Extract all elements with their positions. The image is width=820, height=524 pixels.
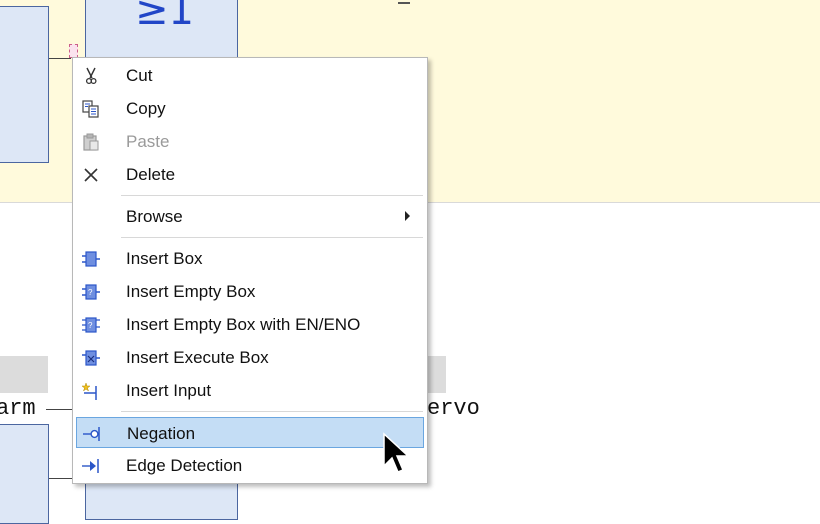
or-operator-symbol: ≥1 — [135, 0, 194, 34]
context-menu: Cut Copy Paste Delete Browse Insert Box … — [72, 57, 428, 484]
fbd-left-block[interactable] — [0, 6, 49, 163]
menu-item-paste[interactable]: Paste — [76, 126, 424, 157]
menu-item-insert-input[interactable]: Insert Input — [76, 375, 424, 406]
menu-item-label: Insert Input — [126, 381, 212, 400]
menu-item-label: Browse — [126, 207, 183, 226]
output-variable-label[interactable]: ervo — [427, 396, 480, 421]
fbd-lower-block[interactable] — [85, 480, 238, 520]
menu-item-label: Insert Empty Box — [126, 282, 256, 301]
menu-item-label: Paste — [126, 132, 170, 151]
menu-item-negation[interactable]: Negation — [76, 417, 424, 448]
copy-icon — [82, 100, 99, 118]
menu-item-label: Cut — [126, 66, 153, 85]
menu-separator — [121, 237, 423, 238]
label-dash — [398, 2, 410, 4]
delete-x-icon — [84, 168, 98, 182]
paste-icon — [83, 133, 99, 151]
insert-empty-box-en-eno-icon: ? — [82, 317, 100, 333]
menu-item-insert-empty-box[interactable]: ? Insert Empty Box — [76, 276, 424, 307]
submenu-arrow-icon — [405, 211, 410, 221]
menu-item-copy[interactable]: Copy — [76, 93, 424, 124]
menu-separator — [121, 411, 423, 412]
menu-item-insert-execute-box[interactable]: Insert Execute Box — [76, 342, 424, 373]
input-wire — [46, 409, 74, 410]
menu-item-label: Negation — [127, 424, 196, 443]
menu-item-label: Insert Execute Box — [126, 348, 269, 367]
svg-text:?: ? — [88, 321, 93, 330]
menu-item-insert-empty-box-en-eno[interactable]: ? Insert Empty Box with EN/ENO — [76, 309, 424, 340]
menu-item-cut[interactable]: Cut — [76, 60, 424, 91]
menu-item-label: Copy — [126, 99, 166, 118]
network-header-right — [428, 356, 446, 393]
menu-item-insert-box[interactable]: Insert Box — [76, 243, 424, 274]
menu-item-label: Insert Empty Box with EN/ENO — [126, 315, 361, 334]
connection-wire — [49, 58, 71, 59]
insert-box-icon — [82, 251, 100, 267]
menu-item-browse[interactable]: Browse — [76, 201, 424, 232]
insert-marker[interactable] — [69, 44, 78, 58]
insert-empty-box-icon: ? — [82, 284, 100, 300]
input-variable-label[interactable]: arm — [0, 396, 36, 421]
menu-item-delete[interactable]: Delete — [76, 159, 424, 190]
menu-item-label: Edge Detection — [126, 456, 243, 475]
menu-item-label: Delete — [126, 165, 176, 184]
svg-text:?: ? — [88, 288, 93, 297]
negation-icon — [83, 427, 100, 441]
scissors-icon — [85, 67, 97, 85]
lower-wire — [49, 478, 73, 479]
insert-execute-box-icon — [82, 350, 100, 366]
fbd-lower-left-block[interactable] — [0, 424, 49, 524]
menu-item-label: Insert Box — [126, 249, 203, 268]
edge-detection-icon — [82, 459, 99, 473]
menu-item-edge-detection[interactable]: Edge Detection — [76, 450, 424, 481]
mouse-cursor-icon — [383, 432, 410, 473]
network-header-left — [0, 356, 48, 393]
insert-input-icon — [81, 382, 97, 400]
menu-separator — [121, 195, 423, 196]
